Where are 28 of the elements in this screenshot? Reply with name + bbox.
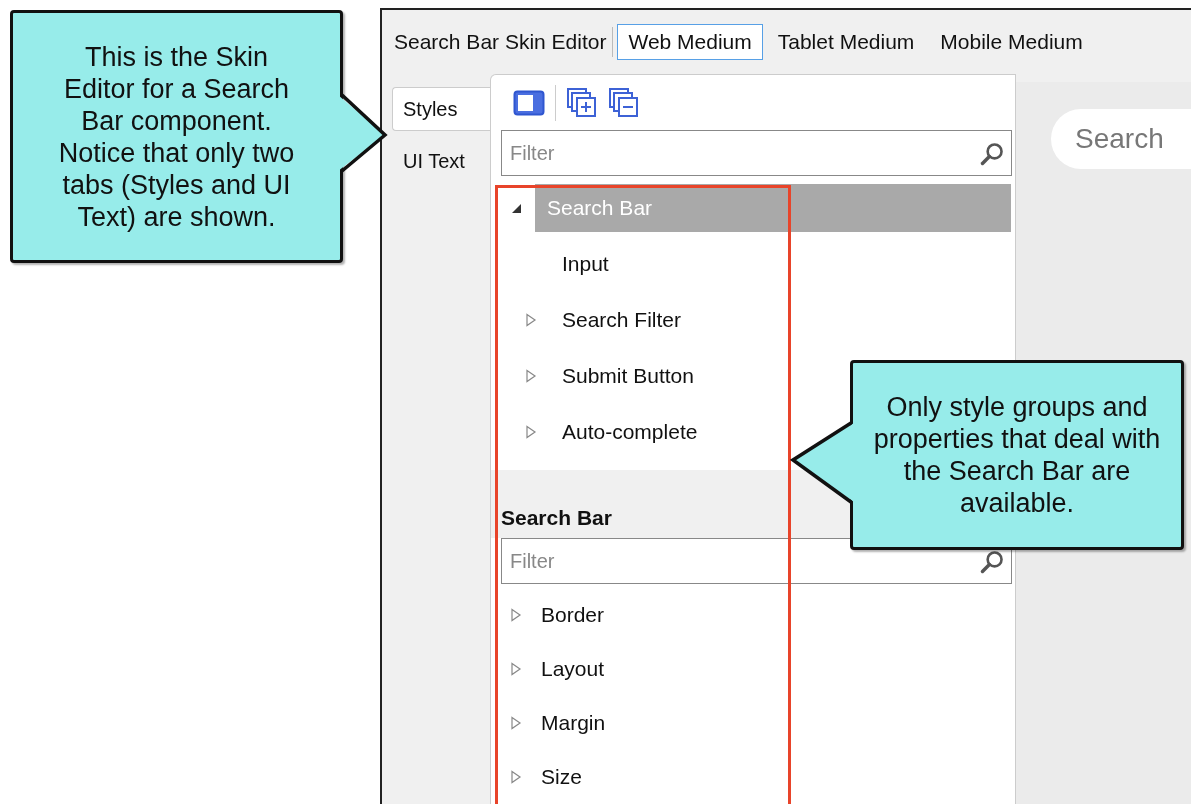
- tree-item[interactable]: Auto-complete: [550, 408, 698, 456]
- tree-item[interactable]: Input: [550, 240, 609, 288]
- callout: This is the Skin Editor for a Search Bar component. Notice that only two tabs (Styles and UI Text) are shown.: [10, 10, 343, 263]
- device-tab[interactable]: Web Medium: [617, 24, 763, 60]
- device-tab[interactable]: Mobile Medium: [929, 24, 1094, 60]
- tree-item[interactable]: Submit Button: [550, 352, 694, 400]
- search-icon[interactable]: [979, 141, 1005, 167]
- section-title: Search Bar: [501, 506, 612, 530]
- editor-title: Search Bar Skin Editor: [394, 27, 614, 57]
- filter-field[interactable]: Filter: [501, 130, 1012, 176]
- property-group[interactable]: Border: [535, 603, 605, 627]
- device-tab[interactable]: Tablet Medium: [766, 24, 926, 60]
- tree-item[interactable]: Search Filter: [550, 296, 682, 344]
- search-icon[interactable]: [979, 549, 1005, 575]
- filter-input[interactable]: Filter: [508, 548, 979, 574]
- search-input[interactable]: Search: [1073, 122, 1191, 156]
- property-group[interactable]: Size: [535, 765, 582, 789]
- filter-field[interactable]: Filter: [501, 538, 1012, 584]
- side-tab[interactable]: UI Text: [392, 139, 490, 183]
- filter-input[interactable]: Filter: [508, 140, 979, 166]
- collapse-all-icon[interactable]: [608, 86, 640, 119]
- search-pill[interactable]: Search: [1051, 109, 1191, 169]
- property-group[interactable]: Layout: [535, 657, 605, 681]
- side-tab[interactable]: Styles: [392, 87, 490, 131]
- property-group[interactable]: Margin: [535, 711, 606, 735]
- callout: Only style groups and properties that deal with the Search Bar are available.: [850, 360, 1184, 550]
- expand-all-icon[interactable]: [566, 86, 598, 119]
- panel-toggle-icon[interactable]: [513, 89, 545, 116]
